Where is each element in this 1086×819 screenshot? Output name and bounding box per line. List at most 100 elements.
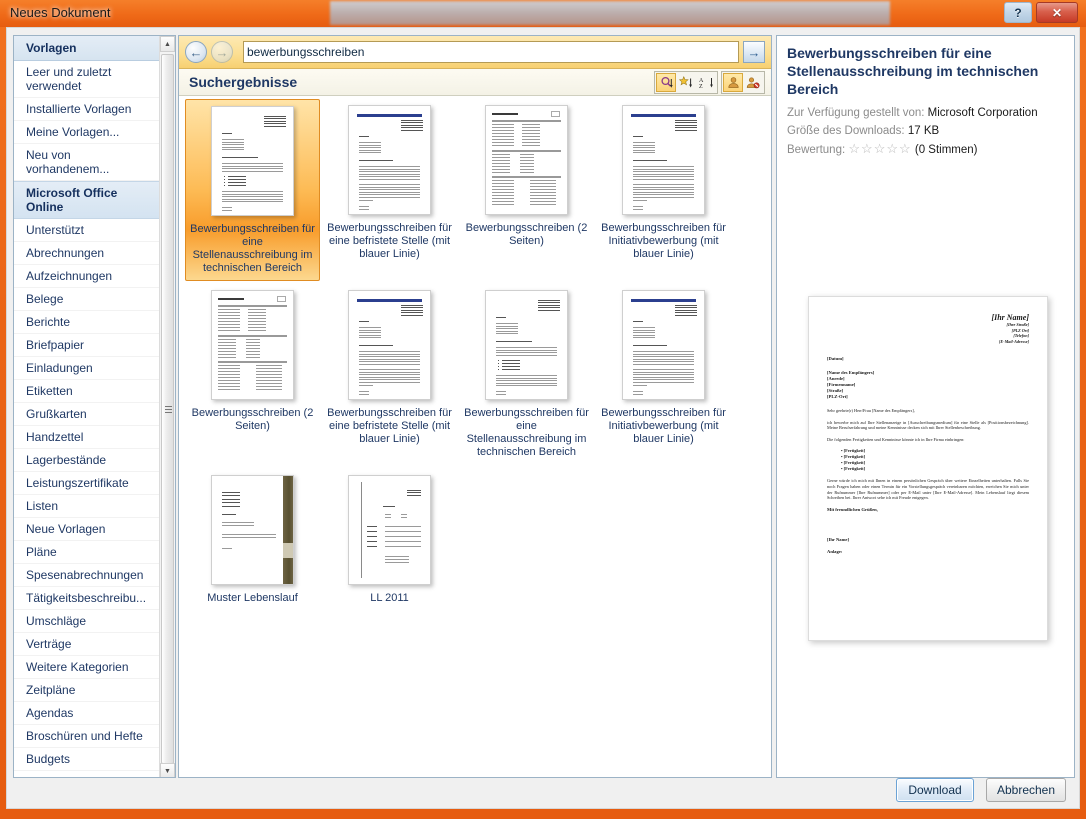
template-tile-label: Bewerbungsschreiben für eine Stellenauss… — [186, 222, 319, 280]
template-tile-1[interactable]: Bewerbungsschreiben für eine befristete … — [322, 99, 457, 266]
template-thumbnail — [348, 290, 431, 400]
template-tile-label: Bewerbungsschreiben für eine befristete … — [322, 406, 457, 451]
dialog-footer: Download Abbrechen — [7, 772, 1081, 808]
dialog-client-area: VorlagenLeer und zuletzt verwendetInstal… — [6, 27, 1080, 809]
svg-text:Z: Z — [699, 84, 703, 89]
template-tile-9[interactable]: LL 2011 — [322, 469, 457, 610]
sidebar-item-7[interactable]: Aufzeichnungen — [14, 265, 161, 288]
sidebar-item-6[interactable]: Abrechnungen — [14, 242, 161, 265]
sidebar-item-27[interactable]: Broschüren und Hefte — [14, 725, 161, 748]
sidebar-item-1[interactable]: Installierte Vorlagen — [14, 98, 161, 121]
magnifier-glyph — [660, 76, 673, 89]
sidebar-item-16[interactable]: Leistungszertifikate — [14, 472, 161, 495]
letter-enclosure: Anlage: — [827, 549, 1029, 555]
template-tile-label: Bewerbungsschreiben für Initiativbewerbu… — [596, 406, 731, 451]
sidebar-item-0[interactable]: Leer und zuletzt verwendet — [14, 61, 161, 98]
thumbnail-wrapper — [596, 284, 731, 406]
sidebar-item-20[interactable]: Spesenabrechnungen — [14, 564, 161, 587]
letter-paragraph-1: ich bewerbe mich auf Ihre Stellenanzeige… — [827, 420, 1029, 431]
sidebar-item-3[interactable]: Neu von vorhandenem... — [14, 144, 161, 181]
letter-sender-name: [Ihr Name] — [827, 313, 1029, 322]
template-tile-8[interactable]: Muster Lebenslauf — [185, 469, 320, 610]
help-button[interactable]: ? — [1004, 2, 1032, 23]
template-thumbnail — [622, 105, 705, 215]
template-tile-label: Bewerbungsschreiben für eine befristete … — [322, 221, 457, 266]
sidebar-item-9[interactable]: Berichte — [14, 311, 161, 334]
sidebar-item-15[interactable]: Lagerbestände — [14, 449, 161, 472]
person-glyph — [727, 76, 740, 89]
sort-tool-group: A Z — [654, 71, 718, 94]
community-icon[interactable] — [723, 73, 743, 92]
alpha-sort-icon[interactable]: A Z — [696, 73, 716, 92]
scroll-up-arrow-icon[interactable]: ▲ — [160, 36, 175, 52]
scrollbar-grip-icon — [165, 406, 172, 413]
thumbnail-wrapper — [185, 284, 320, 406]
sidebar-item-24[interactable]: Weitere Kategorien — [14, 656, 161, 679]
template-tile-4[interactable]: Bewerbungsschreiben (2 Seiten) — [185, 284, 320, 438]
thumbnail-wrapper — [322, 284, 457, 406]
sidebar-item-17[interactable]: Listen — [14, 495, 161, 518]
template-tile-3[interactable]: Bewerbungsschreiben für Initiativbewerbu… — [596, 99, 731, 266]
template-tile-7[interactable]: Bewerbungsschreiben für Initiativbewerbu… — [596, 284, 731, 451]
template-tile-label: Bewerbungsschreiben (2 Seiten) — [185, 406, 320, 438]
template-thumbnail — [622, 290, 705, 400]
rating-sort-icon[interactable] — [676, 73, 696, 92]
a-to-z-glyph: A Z — [698, 76, 715, 89]
search-input[interactable] — [247, 45, 735, 59]
template-thumbnail — [211, 290, 294, 400]
sidebar-item-12[interactable]: Etiketten — [14, 380, 161, 403]
document-preview-image: [Ihr Name] [Ihre Straße][PLZ Ort][Telefo… — [808, 296, 1048, 641]
template-tile-6[interactable]: Bewerbungsschreiben für eine Stellenauss… — [459, 284, 594, 464]
sidebar-item-19[interactable]: Pläne — [14, 541, 161, 564]
back-icon[interactable]: ← — [185, 41, 207, 63]
sidebar-item-21[interactable]: Tätigkeitsbeschreibu... — [14, 587, 161, 610]
sidebar-item-5[interactable]: Unterstützt — [14, 219, 161, 242]
sidebar-item-13[interactable]: Grußkarten — [14, 403, 161, 426]
sidebar-scrollbar[interactable]: ▲ ▼ — [159, 36, 175, 778]
template-tile-5[interactable]: Bewerbungsschreiben für eine befristete … — [322, 284, 457, 451]
preview-size-value: 17 KB — [908, 125, 939, 137]
close-button[interactable]: ✕ — [1036, 2, 1078, 23]
template-thumbnail — [211, 475, 294, 585]
preview-provider-label: Zur Verfügung gestellt von: — [787, 107, 924, 119]
template-tile-2[interactable]: Bewerbungsschreiben (2 Seiten) — [459, 99, 594, 253]
sidebar-item-22[interactable]: Umschläge — [14, 610, 161, 633]
sidebar-item-28[interactable]: Budgets — [14, 748, 161, 771]
sidebar-item-2[interactable]: Meine Vorlagen... — [14, 121, 161, 144]
template-thumbnail — [348, 475, 431, 585]
download-button[interactable]: Download — [896, 778, 974, 802]
title-bar: Neues Dokument ? ✕ — [0, 0, 1086, 27]
sidebar-item-10[interactable]: Briefpapier — [14, 334, 161, 357]
sidebar-item-14[interactable]: Handzettel — [14, 426, 161, 449]
person-blocked-glyph — [746, 76, 760, 89]
sidebar-item-23[interactable]: Verträge — [14, 633, 161, 656]
forward-icon[interactable]: → — [211, 41, 233, 63]
sidebar-item-11[interactable]: Einladungen — [14, 357, 161, 380]
template-tile-0[interactable]: Bewerbungsschreiben für eine Stellenauss… — [185, 99, 320, 281]
rating-stars-icon[interactable]: ☆☆☆☆☆ — [848, 140, 911, 158]
template-tile-label: Bewerbungsschreiben für eine Stellenauss… — [459, 406, 594, 464]
thumbnail-wrapper — [185, 469, 320, 591]
template-tile-label: Bewerbungsschreiben für Initiativbewerbu… — [596, 221, 731, 266]
template-thumbnail — [211, 106, 294, 216]
search-results-pane: ← → → Suchergebnisse — [178, 35, 772, 778]
template-thumbnail — [348, 105, 431, 215]
thumbnail-wrapper — [186, 100, 319, 222]
search-submit-icon[interactable]: → — [743, 41, 765, 63]
cancel-button[interactable]: Abbrechen — [986, 778, 1066, 802]
results-toolbar: A Z — [654, 71, 765, 94]
template-tile-label: LL 2011 — [322, 591, 457, 610]
sidebar-item-26[interactable]: Agendas — [14, 702, 161, 725]
letter-sender-lines: [Ihre Straße][PLZ Ort][Telefon][E-Mail-A… — [827, 322, 1029, 344]
thumbnail-wrapper — [459, 99, 594, 221]
sidebar-item-18[interactable]: Neue Vorlagen — [14, 518, 161, 541]
preview-provider-value: Microsoft Corporation — [928, 107, 1038, 119]
thumbnail-wrapper — [322, 99, 457, 221]
scrollbar-thumb[interactable] — [161, 54, 174, 764]
sidebar-item-25[interactable]: Zeitpläne — [14, 679, 161, 702]
sidebar-item-8[interactable]: Belege — [14, 288, 161, 311]
sidebar-item-4[interactable]: Microsoft Office Online — [14, 181, 161, 219]
search-sort-icon[interactable] — [656, 73, 676, 92]
community-off-icon[interactable] — [743, 73, 763, 92]
letter-bullet-list: • [Fertigkeit]• [Fertigkeit]• [Fertigkei… — [827, 448, 1029, 472]
